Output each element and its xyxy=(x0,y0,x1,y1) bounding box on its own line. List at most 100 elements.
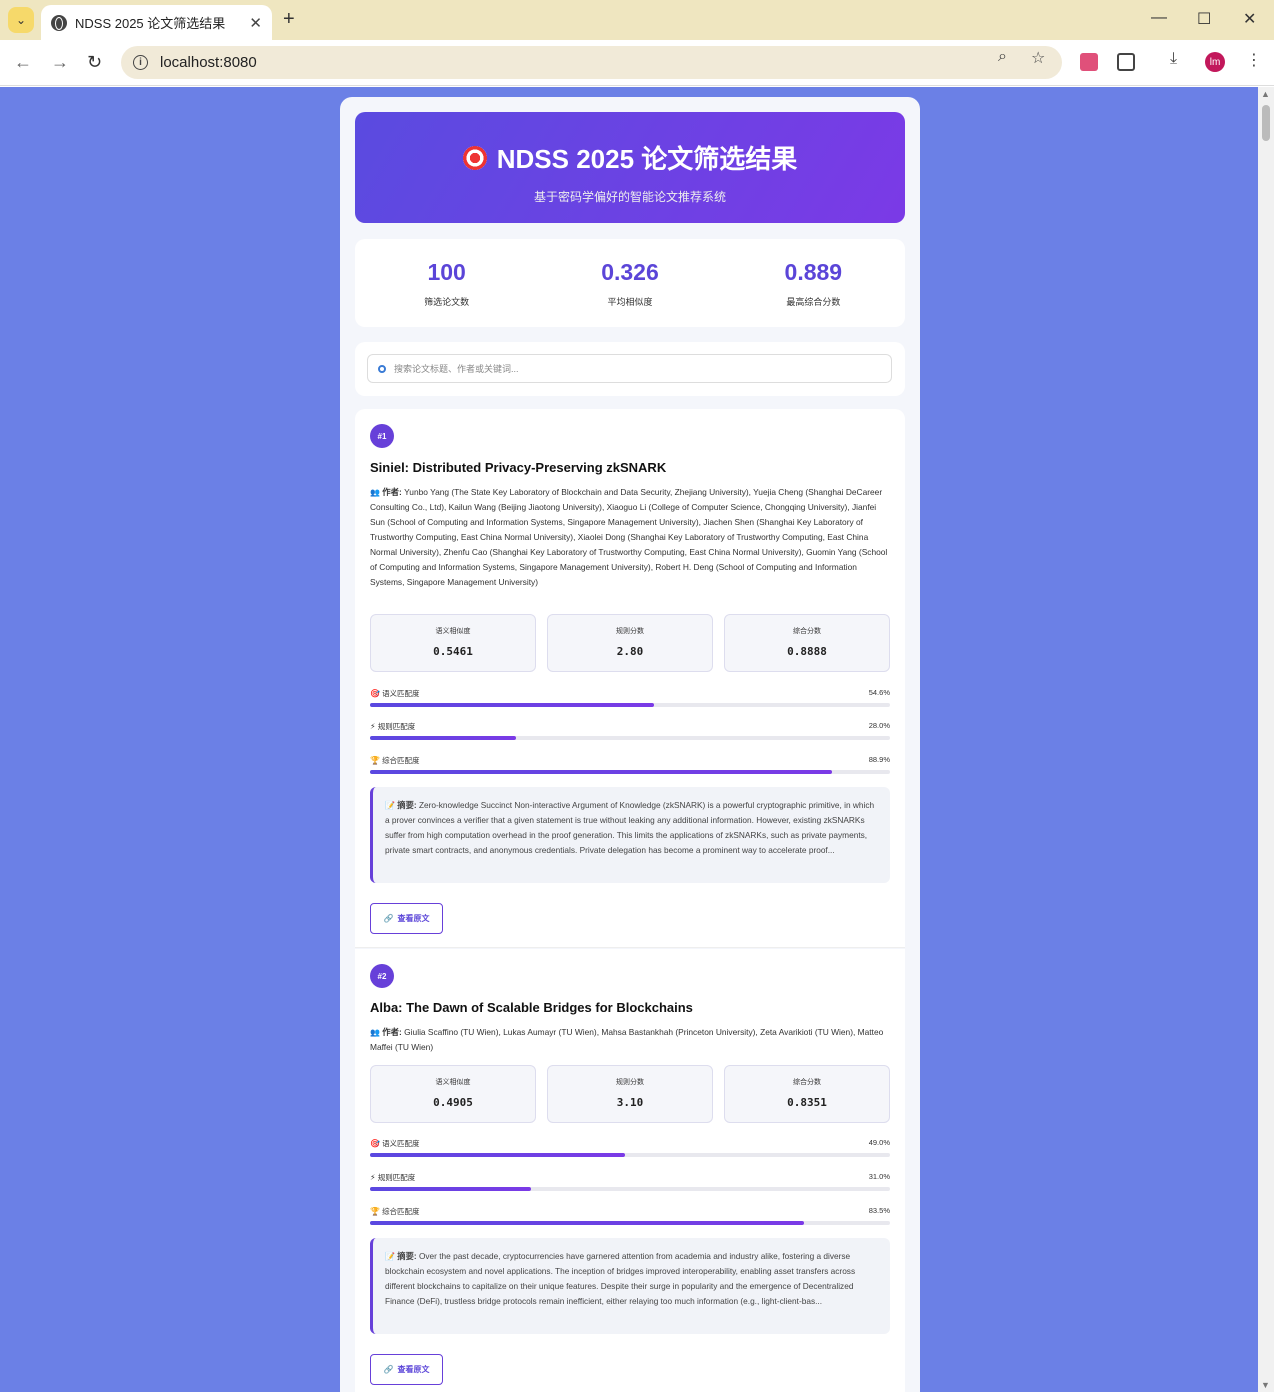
browser-tab[interactable]: NDSS 2025 论文筛选结果 ✕ xyxy=(41,5,272,40)
bar-label-text: 规则匹配度 xyxy=(377,1173,416,1182)
browser-toolbar: ← → ↻ i localhost:8080 ⌕ ☆ ⤓ lm ⋮ xyxy=(0,40,1274,86)
new-tab-icon[interactable]: + xyxy=(283,8,295,31)
memo-icon: 📝 xyxy=(385,1252,395,1261)
target-favicon-icon xyxy=(51,14,67,31)
stat-max-score: 0.889 最高综合分数 xyxy=(722,239,905,327)
close-window-icon[interactable]: ✕ xyxy=(1243,9,1256,29)
tab-strip: ⌄ NDSS 2025 论文筛选结果 ✕ + — ☐ ✕ xyxy=(0,0,1274,40)
semantic-match-bar: 🎯 语义匹配度 49.0% xyxy=(370,1138,890,1158)
progress-track xyxy=(370,1221,890,1225)
score-value: 0.4905 xyxy=(433,1096,473,1109)
score-label: 语义相似度 xyxy=(435,1079,471,1086)
stat-label: 平均相似度 xyxy=(607,297,653,307)
stat-label: 筛选论文数 xyxy=(424,297,470,307)
scroll-up-icon[interactable]: ▲ xyxy=(1261,89,1270,99)
bar-percent: 88.9% xyxy=(868,755,890,764)
paper-card: #1 Siniel: Distributed Privacy-Preservin… xyxy=(355,409,905,948)
score-value: 0.8351 xyxy=(787,1096,827,1109)
bar-percent: 28.0% xyxy=(868,721,890,730)
bar-label-text: 规则匹配度 xyxy=(377,722,416,731)
profile-avatar[interactable]: lm xyxy=(1205,52,1225,72)
trophy-icon: 🏆 xyxy=(370,756,380,765)
semantic-score-card: 语义相似度 0.5461 xyxy=(370,614,536,672)
close-tab-icon[interactable]: ✕ xyxy=(249,14,262,32)
stats-panel: 100 筛选论文数 0.326 平均相似度 0.889 最高综合分数 xyxy=(355,239,905,327)
bar-percent: 83.5% xyxy=(868,1206,890,1215)
rule-score-card: 规则分数 2.80 xyxy=(547,614,713,672)
stat-avg-similarity: 0.326 平均相似度 xyxy=(538,239,721,327)
address-bar[interactable]: i localhost:8080 xyxy=(121,46,1062,79)
semantic-match-label: 🎯 语义匹配度 xyxy=(370,1138,420,1149)
page-subtitle: 基于密码学偏好的智能论文推荐系统 xyxy=(533,190,726,204)
translate-extension-icon[interactable] xyxy=(1080,53,1098,71)
progress-fill xyxy=(370,770,833,774)
search-input[interactable]: 搜索论文标题、作者或关键词... xyxy=(367,354,892,383)
stat-label: 最高综合分数 xyxy=(786,297,841,307)
progress-track xyxy=(370,1187,890,1191)
memo-icon: 📝 xyxy=(385,801,395,810)
authors-label: 作者: xyxy=(382,1027,402,1037)
progress-fill xyxy=(370,703,654,707)
bar-percent: 54.6% xyxy=(868,688,890,697)
score-cards: 语义相似度 0.5461 规则分数 2.80 综合分数 0.8888 xyxy=(370,614,890,672)
score-label: 综合分数 xyxy=(793,1079,821,1086)
combined-match-label: 🏆 综合匹配度 xyxy=(370,1206,420,1217)
bar-label-text: 语义匹配度 xyxy=(382,1139,420,1148)
extensions-puzzle-icon[interactable] xyxy=(1117,53,1135,71)
page-header: NDSS 2025 论文筛选结果 基于密码学偏好的智能论文推荐系统 xyxy=(355,112,905,223)
minimize-icon[interactable]: — xyxy=(1151,9,1167,27)
search-placeholder: 搜索论文标题、作者或关键词... xyxy=(394,364,519,374)
combined-score-card: 综合分数 0.8351 xyxy=(724,1065,890,1123)
page-viewport: NDSS 2025 论文筛选结果 基于密码学偏好的智能论文推荐系统 100 筛选… xyxy=(0,87,1258,1392)
download-icon[interactable]: ⤓ xyxy=(1170,50,1177,68)
paper-title: Alba: The Dawn of Scalable Bridges for B… xyxy=(370,1000,693,1015)
view-original-button[interactable]: 🔗 查看原文 xyxy=(370,903,443,934)
abstract-label: 摘要: xyxy=(397,1251,417,1261)
bar-percent: 31.0% xyxy=(868,1172,890,1181)
bar-label-text: 综合匹配度 xyxy=(382,1207,420,1216)
combined-score-card: 综合分数 0.8888 xyxy=(724,614,890,672)
stat-value: 100 xyxy=(427,259,466,285)
stat-value: 0.326 xyxy=(601,259,659,285)
stat-value: 0.889 xyxy=(784,259,843,285)
search-icon xyxy=(378,364,386,373)
maximize-icon[interactable]: ☐ xyxy=(1197,9,1211,29)
authors-text: Yunbo Yang (The State Key Laboratory of … xyxy=(370,487,888,587)
scroll-down-icon[interactable]: ▼ xyxy=(1261,1380,1270,1390)
more-menu-icon[interactable]: ⋮ xyxy=(1246,50,1262,70)
back-icon[interactable]: ← xyxy=(14,52,32,73)
stat-paper-count: 100 筛选论文数 xyxy=(355,239,538,327)
score-label: 语义相似度 xyxy=(435,628,471,635)
bar-label-text: 语义匹配度 xyxy=(382,689,420,698)
progress-fill xyxy=(370,1153,625,1157)
progress-fill xyxy=(370,1187,532,1191)
page-scrollbar[interactable]: ▲ ▼ xyxy=(1258,87,1274,1392)
combined-match-label: 🏆 综合匹配度 xyxy=(370,755,420,766)
button-label: 查看原文 xyxy=(397,1365,430,1374)
paper-title: Siniel: Distributed Privacy-Preserving z… xyxy=(370,460,667,475)
tab-search-button[interactable]: ⌄ xyxy=(8,7,34,33)
abstract-text: Zero-knowledge Succinct Non-interactive … xyxy=(385,800,875,855)
site-info-icon[interactable]: i xyxy=(133,55,148,70)
progress-fill xyxy=(370,736,516,740)
view-original-button[interactable]: 🔗 查看原文 xyxy=(370,1354,443,1385)
forward-icon[interactable]: → xyxy=(51,52,69,73)
progress-track xyxy=(370,1153,890,1157)
reload-icon[interactable]: ↻ xyxy=(87,52,102,73)
zoom-icon[interactable]: ⌕ xyxy=(998,48,1007,66)
progress-track xyxy=(370,770,890,774)
semantic-match-label: 🎯 语义匹配度 xyxy=(370,688,420,699)
bookmark-star-icon[interactable]: ☆ xyxy=(1031,48,1045,68)
score-value: 2.80 xyxy=(616,645,644,658)
score-value: 3.10 xyxy=(616,1096,644,1109)
bar-label-text: 综合匹配度 xyxy=(382,756,420,765)
link-icon: 🔗 xyxy=(383,914,394,923)
url-text: localhost:8080 xyxy=(160,54,257,71)
paper-abstract: 📝 摘要: Over the past decade, cryptocurren… xyxy=(370,1238,890,1334)
scroll-thumb[interactable] xyxy=(1262,105,1270,141)
score-label: 规则分数 xyxy=(616,628,644,635)
rule-score-card: 规则分数 3.10 xyxy=(547,1065,713,1123)
score-value: 0.8888 xyxy=(787,645,827,658)
combined-match-bar: 🏆 综合匹配度 88.9% xyxy=(370,755,890,775)
link-icon: 🔗 xyxy=(383,1365,394,1374)
